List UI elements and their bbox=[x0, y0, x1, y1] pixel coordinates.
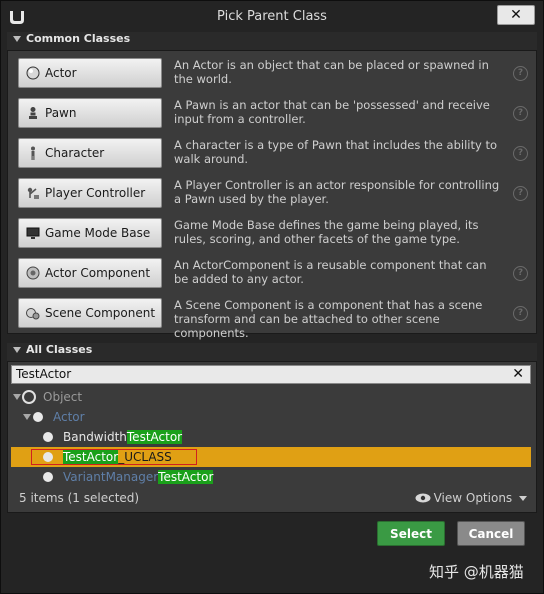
expand-arrow-icon[interactable] bbox=[23, 414, 31, 420]
tree-item-object[interactable]: Object bbox=[11, 387, 531, 407]
tree-item-testactor-uclass[interactable]: TestActor_UCLASS bbox=[11, 447, 531, 467]
all-classes-header[interactable]: All Classes bbox=[7, 343, 537, 361]
help-icon[interactable]: ? bbox=[513, 266, 528, 281]
tree-item-label: TestActor_UCLASS bbox=[63, 447, 172, 467]
item-count-status: 5 items (1 selected) bbox=[19, 491, 140, 505]
game-mode-base-class-button[interactable]: Game Mode Base bbox=[18, 218, 162, 248]
player-controller-class-button[interactable]: Player Controller bbox=[18, 178, 162, 208]
title-bar[interactable]: Pick Parent Class ✕ bbox=[1, 1, 543, 33]
character-icon bbox=[31, 146, 35, 160]
window-title: Pick Parent Class bbox=[217, 9, 327, 24]
class-search-input[interactable]: TestActor ✕ bbox=[11, 365, 531, 384]
class-button-label: Character bbox=[45, 146, 105, 160]
pawn-icon bbox=[29, 107, 37, 119]
chevron-down-icon bbox=[519, 496, 527, 501]
help-icon[interactable]: ? bbox=[513, 66, 528, 81]
class-row-character: Character A character is a type of Pawn … bbox=[18, 138, 528, 170]
search-match-highlight: TestActor bbox=[126, 430, 183, 444]
class-description: A Scene Component is a component that ha… bbox=[174, 298, 483, 340]
monitor-icon bbox=[26, 227, 40, 239]
help-icon[interactable]: ? bbox=[513, 106, 528, 121]
class-button-label: Game Mode Base bbox=[45, 226, 151, 240]
actor-class-icon bbox=[43, 472, 53, 482]
object-class-icon bbox=[22, 390, 36, 404]
label-prefix: VariantManager bbox=[63, 470, 159, 484]
watermark: 知乎 @机器猫 bbox=[429, 563, 524, 581]
class-button-label: Actor Component bbox=[45, 266, 151, 280]
class-button-label: Player Controller bbox=[45, 186, 146, 200]
common-classes-header[interactable]: Common Classes bbox=[7, 32, 537, 50]
close-button[interactable]: ✕ bbox=[497, 5, 535, 25]
actor-component-class-button[interactable]: Actor Component bbox=[18, 258, 162, 288]
scene-component-icon bbox=[26, 308, 40, 320]
character-class-button[interactable]: Character bbox=[18, 138, 162, 168]
class-description: An Actor is an object that can be placed… bbox=[174, 58, 489, 86]
actor-class-icon bbox=[33, 412, 43, 422]
class-description: A character is a type of Pawn that inclu… bbox=[174, 138, 497, 166]
actor-class-button[interactable]: Actor bbox=[18, 58, 162, 88]
class-row-actor-component: Actor Component An ActorComponent is a r… bbox=[18, 258, 528, 290]
class-description: Game Mode Base defines the game being pl… bbox=[174, 218, 479, 246]
pawn-class-button[interactable]: Pawn bbox=[18, 98, 162, 128]
class-row-game-mode-base: Game Mode Base Game Mode Base defines th… bbox=[18, 218, 528, 250]
sphere-icon bbox=[26, 66, 40, 80]
search-match-highlight: TestActor bbox=[63, 450, 119, 464]
class-row-pawn: Pawn A Pawn is an actor that can be 'pos… bbox=[18, 98, 528, 130]
class-row-player-controller: Player Controller A Player Controller is… bbox=[18, 178, 528, 210]
class-row-actor: Actor An Actor is an object that can be … bbox=[18, 58, 528, 90]
eye-icon bbox=[415, 492, 431, 506]
label-prefix: Bandwidth bbox=[63, 430, 127, 444]
pick-parent-class-dialog: Pick Parent Class ✕ Common Classes Actor… bbox=[0, 0, 544, 594]
tree-item-label: Actor bbox=[53, 410, 85, 424]
view-options-button[interactable]: View Options bbox=[415, 491, 527, 506]
collapse-arrow-icon bbox=[13, 347, 21, 353]
class-row-scene-component: Scene Component A Scene Component is a c… bbox=[18, 298, 528, 340]
scene-component-class-button[interactable]: Scene Component bbox=[18, 298, 162, 328]
search-text: TestActor bbox=[16, 367, 72, 381]
common-classes-panel: Actor An Actor is an object that can be … bbox=[7, 50, 537, 340]
class-button-label: Scene Component bbox=[45, 306, 156, 320]
all-classes-title: All Classes bbox=[26, 343, 93, 356]
help-icon[interactable]: ? bbox=[513, 146, 528, 161]
tree-item-variantmanager-testactor[interactable]: VariantManagerTestActor bbox=[11, 467, 531, 487]
tree-item-label: VariantManagerTestActor bbox=[63, 467, 214, 487]
tree-item-actor[interactable]: Actor bbox=[11, 407, 531, 427]
help-icon[interactable]: ? bbox=[513, 186, 528, 201]
tree-item-bandwidth-testactor[interactable]: BandwidthTestActor bbox=[11, 427, 531, 447]
select-button[interactable]: Select bbox=[377, 521, 445, 546]
class-description: An ActorComponent is a reusable componen… bbox=[174, 258, 487, 286]
view-options-label: View Options bbox=[433, 491, 513, 505]
controller-icon bbox=[27, 187, 39, 199]
class-description: A Player Controller is an actor responsi… bbox=[174, 178, 500, 206]
actor-class-icon bbox=[43, 432, 53, 442]
tree-item-label: BandwidthTestActor bbox=[63, 427, 183, 447]
tree-item-label: Object bbox=[43, 390, 83, 404]
label-suffix: _UCLASS bbox=[118, 450, 172, 464]
actor-component-icon bbox=[26, 266, 40, 280]
common-classes-title: Common Classes bbox=[26, 32, 131, 45]
class-button-label: Pawn bbox=[45, 106, 77, 120]
class-button-label: Actor bbox=[45, 66, 77, 80]
class-description: A Pawn is an actor that can be 'possesse… bbox=[174, 98, 490, 126]
cancel-button[interactable]: Cancel bbox=[457, 521, 525, 546]
search-match-highlight: TestActor bbox=[158, 470, 214, 484]
expand-arrow-icon[interactable] bbox=[13, 394, 21, 400]
help-icon[interactable]: ? bbox=[513, 306, 528, 321]
clear-search-icon[interactable]: ✕ bbox=[512, 366, 524, 383]
collapse-arrow-icon bbox=[13, 36, 21, 42]
